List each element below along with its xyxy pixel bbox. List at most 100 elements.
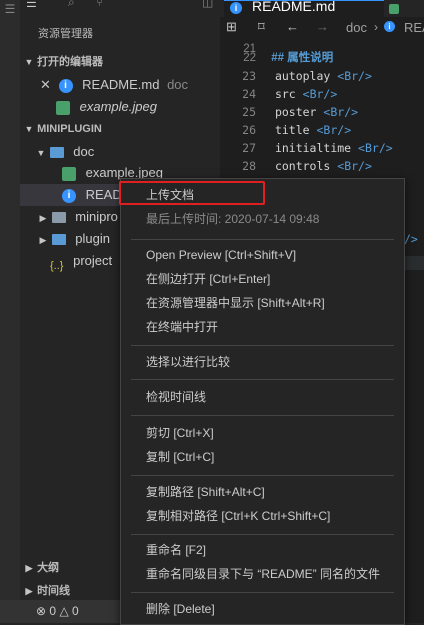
code-text: src xyxy=(274,87,296,101)
menu-item-copy-relative-path[interactable]: 复制相对路径 [Ctrl+K Ctrl+Shift+C] xyxy=(121,504,404,528)
source-control-icon[interactable]: ⑂ xyxy=(96,0,103,9)
chevron-down-icon: ▼ xyxy=(24,57,34,67)
menu-item-select-for-compare[interactable]: 选择以进行比较 xyxy=(121,350,404,374)
menu-item-open-preview[interactable]: Open Preview [Ctrl+Shift+V] xyxy=(121,243,404,267)
code-line[interactable]: 26 title <Br/> xyxy=(222,121,351,139)
line-number: 24 xyxy=(242,87,256,101)
info-file-icon: i xyxy=(58,78,73,93)
line-number: 23 xyxy=(242,69,256,83)
bookmark-icon[interactable]: ⌑ xyxy=(258,19,265,35)
info-file-icon: i xyxy=(384,18,401,33)
open-editor-dir: doc xyxy=(167,77,189,92)
code-text: title xyxy=(274,123,310,137)
current-line-highlight xyxy=(404,256,424,270)
explorer-title: 资源管理器 xyxy=(38,28,93,40)
chevron-right-icon: › xyxy=(374,20,378,34)
open-editor-readme[interactable]: ✕ i README.md doc xyxy=(20,74,240,96)
menu-item-open-to-side[interactable]: 在侧边打开 [Ctrl+Enter] xyxy=(121,267,404,291)
split-editor-icon[interactable]: ◫ xyxy=(202,0,213,9)
tree-item-label: project xyxy=(73,253,113,268)
folder-open-icon xyxy=(49,147,64,159)
menu-item-copy[interactable]: 复制 [Ctrl+C] xyxy=(121,445,404,469)
chevron-right-icon: ▶ xyxy=(39,235,47,245)
breadcrumb-item[interactable]: REA xyxy=(404,20,424,35)
code-line[interactable]: 23 autoplay <Br/> xyxy=(222,67,372,85)
search-icon[interactable]: ⌕ xyxy=(68,0,75,10)
tab-readme[interactable]: i README.md xyxy=(224,0,384,18)
menu-separator xyxy=(131,239,394,240)
forward-icon[interactable]: → xyxy=(316,19,329,34)
open-editors-label: 打开的编辑器 xyxy=(37,56,104,68)
breadcrumb: ⊞ ⌑ ← → doc › i REA xyxy=(220,17,424,39)
line-number: 27 xyxy=(242,141,256,155)
menu-item-rename[interactable]: 重命名 [F2] xyxy=(121,538,404,562)
close-icon[interactable]: ✕ xyxy=(40,77,51,92)
tree-item-label: plugin xyxy=(75,231,110,246)
back-icon[interactable]: ← xyxy=(286,19,299,34)
warning-icon: △ xyxy=(59,604,69,618)
tree-item-label: READ xyxy=(85,187,122,202)
code-line[interactable]: 22 ## 属性说明 xyxy=(222,49,333,67)
code-line[interactable]: 27 initialtime <Br/> xyxy=(222,139,393,157)
context-menu: 上传文档 最后上传时间: 2020-07-14 09:48 Open Previ… xyxy=(120,178,405,625)
project-header[interactable]: ▼ MINIPLUGIN xyxy=(20,118,224,140)
plugin-folder-icon xyxy=(51,234,66,246)
code-tag: /> xyxy=(404,232,418,246)
open-editor-name: README.md xyxy=(82,77,160,92)
line-number: 28 xyxy=(242,159,256,173)
code-tag: <Br/> xyxy=(337,69,372,83)
tab-example[interactable]: exam xyxy=(386,0,424,17)
open-editors-header[interactable]: ▼ 打开的编辑器 xyxy=(20,51,224,73)
json-file-icon: {..} xyxy=(50,259,64,272)
menu-separator xyxy=(131,475,394,476)
menu-separator xyxy=(131,415,394,416)
code-text: initialtime xyxy=(274,141,352,155)
heading-marker: ## xyxy=(271,52,284,64)
code-tag: <Br/> xyxy=(316,123,352,137)
warning-count: 0 xyxy=(72,604,79,618)
code-tag: <Br/> xyxy=(302,87,338,101)
menu-icon[interactable]: ☰ xyxy=(26,0,37,10)
problems-indicator[interactable]: ⊗ 0 △ 0 xyxy=(36,604,79,618)
code-tag: <Br/> xyxy=(337,159,372,173)
menu-item-open-timeline[interactable]: 检视时间线 xyxy=(121,385,404,409)
error-count: 0 xyxy=(49,604,57,618)
menu-separator xyxy=(131,592,394,593)
code-tag: <Br/> xyxy=(323,105,359,119)
split-icon[interactable]: ⊞ xyxy=(226,19,237,35)
menu-item-open-in-terminal[interactable]: 在终端中打开 xyxy=(121,315,404,339)
chevron-right-icon: ▶ xyxy=(25,586,33,596)
code-line[interactable]: 24 src <Br/> xyxy=(222,85,337,103)
menu-item-rename-same-name[interactable]: 重命名同级目录下与 “README” 同名的文件 xyxy=(121,562,404,586)
menu-item-last-upload-time: 最后上传时间: 2020-07-14 09:48 xyxy=(146,212,320,226)
chevron-right-icon: ▶ xyxy=(39,213,47,223)
code-text: controls xyxy=(274,159,331,173)
menu-separator xyxy=(131,345,394,346)
menu-separator xyxy=(131,534,394,535)
highlight-box xyxy=(119,181,265,205)
tree-item-label: doc xyxy=(73,144,95,159)
tab-label: README.md xyxy=(252,0,336,14)
menu-item-delete[interactable]: 删除 [Delete] xyxy=(121,597,404,621)
menu-item-copy-path[interactable]: 复制路径 [Shift+Alt+C] xyxy=(121,480,404,504)
menu-item-reveal-in-explorer[interactable]: 在资源管理器中显示 [Shift+Alt+R] xyxy=(121,291,404,315)
chevron-down-icon: ▼ xyxy=(36,148,46,158)
folder-icon xyxy=(51,212,66,224)
breadcrumb-item[interactable]: doc xyxy=(346,20,367,35)
timeline-label: 时间线 xyxy=(37,585,71,597)
code-tag: <Br/> xyxy=(358,141,393,155)
image-file-icon xyxy=(62,166,76,181)
menu-item-cut[interactable]: 剪切 [Ctrl+X] xyxy=(121,421,404,445)
code-line[interactable]: 25 poster <Br/> xyxy=(222,103,358,121)
open-editor-name: example.jpeg xyxy=(79,99,157,114)
code-line[interactable]: 28 controls <Br/> xyxy=(222,157,372,175)
info-file-icon: i xyxy=(62,188,76,203)
tree-item-doc[interactable]: ▼ doc xyxy=(20,141,236,163)
image-file-icon xyxy=(56,100,70,115)
tree-item-label: minipro xyxy=(75,209,118,224)
project-label: MINIPLUGIN xyxy=(37,123,102,135)
files-icon[interactable]: ☰ xyxy=(3,2,17,16)
line-number: 22 xyxy=(243,52,256,64)
line-number: 26 xyxy=(242,123,256,137)
info-file-icon: i xyxy=(230,0,248,14)
